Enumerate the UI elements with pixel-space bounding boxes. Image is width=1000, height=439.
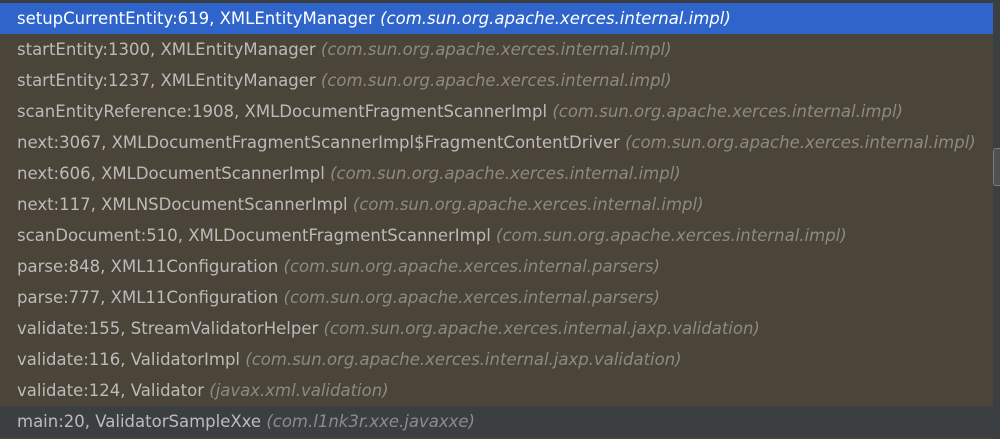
frame-package: (com.sun.org.apache.xerces.internal.pars…: [283, 288, 660, 307]
frame-row[interactable]: parse:777, XML11Configuration (com.sun.o…: [0, 282, 993, 313]
frame-row[interactable]: setupCurrentEntity:619, XMLEntityManager…: [0, 3, 993, 34]
frame-row[interactable]: validate:155, StreamValidatorHelper (com…: [0, 313, 993, 344]
frame-method: main:20, ValidatorSampleXxe: [17, 412, 262, 431]
frame-package: (com.sun.org.apache.xerces.internal.jaxp…: [323, 319, 760, 338]
frame-method: validate:155, StreamValidatorHelper: [17, 319, 319, 338]
frame-package: (com.sun.org.apache.xerces.internal.impl…: [625, 133, 976, 152]
frame-row[interactable]: startEntity:1237, XMLEntityManager (com.…: [0, 65, 993, 96]
frame-row[interactable]: validate:124, Validator (javax.xml.valid…: [0, 375, 993, 406]
frame-method: next:3067, XMLDocumentFragmentScannerImp…: [17, 133, 620, 152]
frame-method: parse:777, XML11Configuration: [17, 288, 279, 307]
frame-package: (javax.xml.validation): [209, 381, 389, 400]
frame-package: (com.sun.org.apache.xerces.internal.jaxp…: [245, 350, 682, 369]
frame-package: (com.sun.org.apache.xerces.internal.impl…: [330, 164, 681, 183]
frame-row[interactable]: parse:848, XML11Configuration (com.sun.o…: [0, 251, 993, 282]
frame-method: next:117, XMLNSDocumentScannerImpl: [17, 195, 348, 214]
frame-method: startEntity:1300, XMLEntityManager: [17, 40, 316, 59]
scrollbar-thumb[interactable]: [993, 148, 1000, 186]
frame-method: validate:124, Validator: [17, 381, 205, 400]
stack-frames-list[interactable]: setupCurrentEntity:619, XMLEntityManager…: [0, 3, 993, 437]
frame-package: (com.sun.org.apache.xerces.internal.impl…: [552, 102, 903, 121]
frame-method: scanEntityReference:1908, XMLDocumentFra…: [17, 102, 548, 121]
frame-package: (com.sun.org.apache.xerces.internal.pars…: [283, 257, 660, 276]
frame-method: startEntity:1237, XMLEntityManager: [17, 71, 316, 90]
frame-row[interactable]: validate:116, ValidatorImpl (com.sun.org…: [0, 344, 993, 375]
frame-row[interactable]: next:3067, XMLDocumentFragmentScannerImp…: [0, 127, 993, 158]
frame-row[interactable]: next:117, XMLNSDocumentScannerImpl (com.…: [0, 189, 993, 220]
frame-package: (com.sun.org.apache.xerces.internal.impl…: [380, 9, 731, 28]
frame-row[interactable]: main:20, ValidatorSampleXxe (com.l1nk3r.…: [0, 406, 993, 437]
frame-package: (com.sun.org.apache.xerces.internal.impl…: [496, 226, 847, 245]
frame-method: setupCurrentEntity:619, XMLEntityManager: [17, 9, 375, 28]
frame-row[interactable]: startEntity:1300, XMLEntityManager (com.…: [0, 34, 993, 65]
frame-package: (com.l1nk3r.xxe.javaxxe): [266, 412, 475, 431]
frame-package: (com.sun.org.apache.xerces.internal.impl…: [320, 40, 672, 59]
frame-method: parse:848, XML11Configuration: [17, 257, 279, 276]
frame-method: scanDocument:510, XMLDocumentFragmentSca…: [17, 226, 491, 245]
frame-package: (com.sun.org.apache.xerces.internal.impl…: [320, 71, 672, 90]
frame-method: next:606, XMLDocumentScannerImpl: [17, 164, 325, 183]
frame-row[interactable]: scanDocument:510, XMLDocumentFragmentSca…: [0, 220, 993, 251]
frame-package: (com.sun.org.apache.xerces.internal.impl…: [352, 195, 704, 214]
frame-row[interactable]: scanEntityReference:1908, XMLDocumentFra…: [0, 96, 993, 127]
frame-row[interactable]: next:606, XMLDocumentScannerImpl (com.su…: [0, 158, 993, 189]
vertical-scrollbar[interactable]: [993, 0, 1000, 439]
frame-method: validate:116, ValidatorImpl: [17, 350, 241, 369]
